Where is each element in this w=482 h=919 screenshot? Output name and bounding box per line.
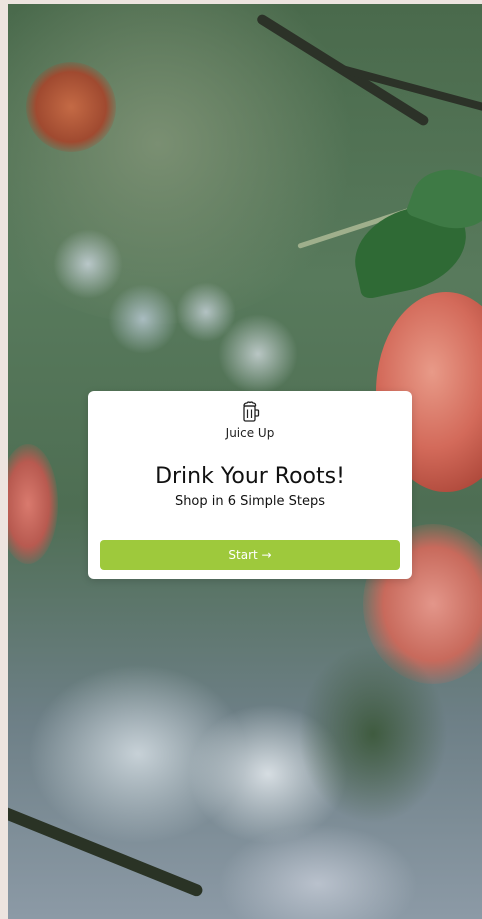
subtitle: Shop in 6 Simple Steps: [174, 494, 326, 509]
welcome-card: Juice Up Drink Your Roots! Shop in 6 Sim…: [88, 391, 412, 579]
page-title: Drink Your Roots!: [155, 464, 345, 489]
brand-name: Juice Up: [225, 426, 275, 440]
beer-mug-icon: [243, 401, 260, 422]
page: Juice Up Drink Your Roots! Shop in 6 Sim…: [0, 0, 482, 919]
start-button[interactable]: Start →: [100, 540, 400, 570]
